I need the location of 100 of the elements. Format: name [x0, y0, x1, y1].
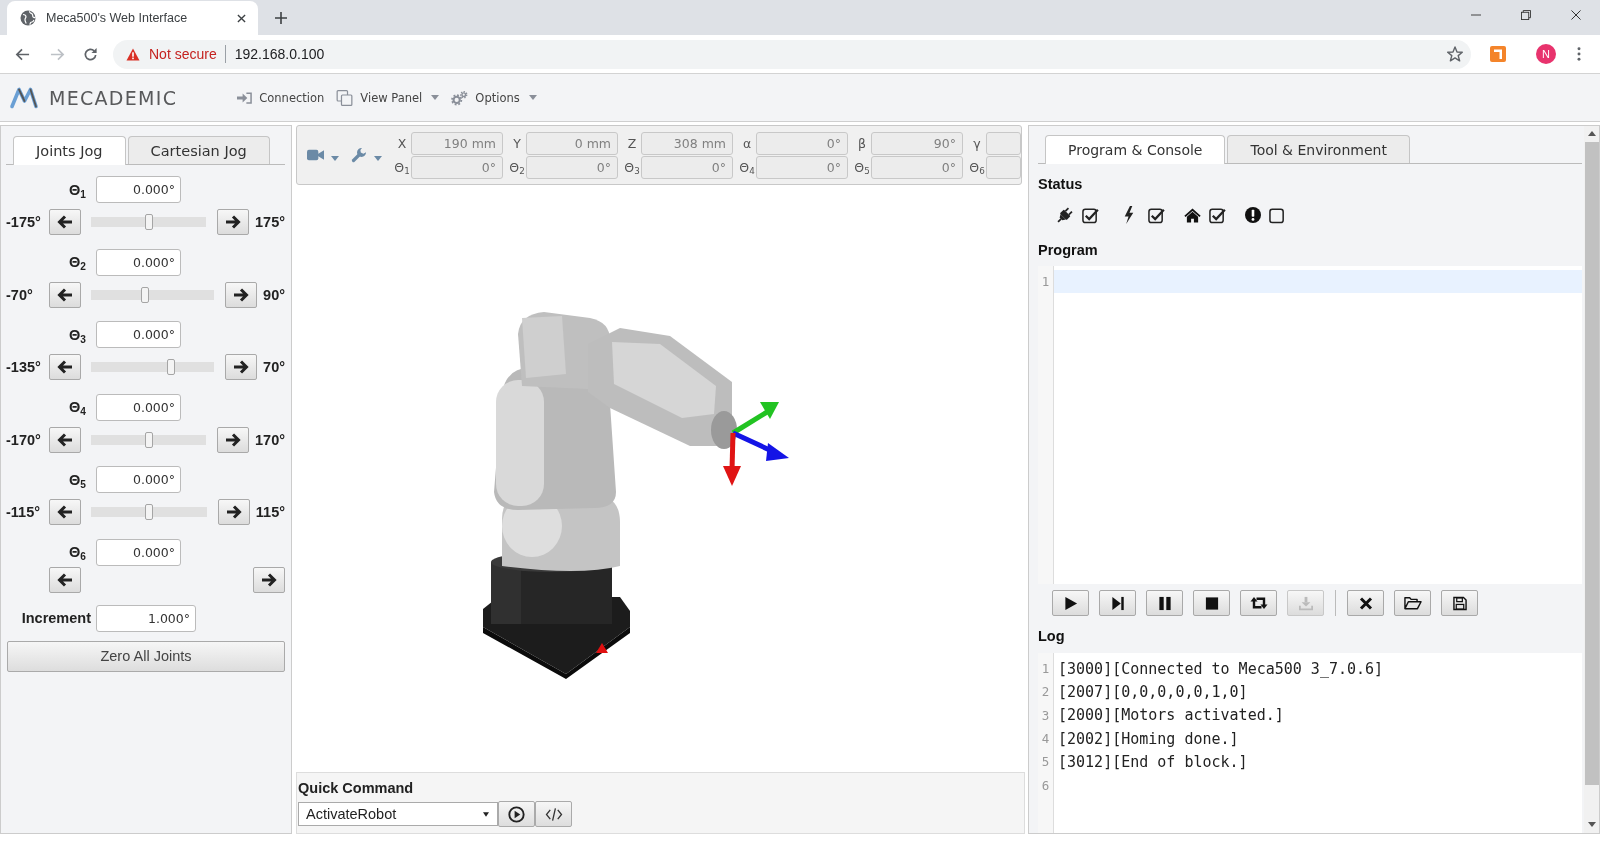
- field-label: Θ$_{3}$: [623, 159, 641, 175]
- joint-input[interactable]: 0.000°: [96, 466, 181, 493]
- field-label: X: [396, 135, 408, 151]
- slider-thumb[interactable]: [144, 431, 153, 448]
- caret-icon: [483, 811, 489, 817]
- caret-icon[interactable]: [374, 155, 382, 161]
- joint-input[interactable]: 0.000°: [96, 393, 181, 421]
- code-button[interactable]: [535, 801, 572, 827]
- increment-input[interactable]: 1.000°: [96, 604, 196, 632]
- increase-button[interactable]: [217, 426, 249, 453]
- run-button[interactable]: [498, 801, 535, 827]
- clear-button[interactable]: [1347, 590, 1384, 616]
- tab[interactable]: Joints Jog: [13, 136, 126, 165]
- video-camera-icon[interactable]: [307, 149, 324, 161]
- play-button[interactable]: [1052, 590, 1089, 616]
- menu-button[interactable]: Options: [451, 89, 537, 106]
- menu-button[interactable]: View Panel: [336, 89, 440, 106]
- coordinate-field[interactable]: 0°: [641, 155, 733, 179]
- joint-input[interactable]: 0.000°: [96, 248, 181, 276]
- coordinate-field[interactable]: [986, 155, 1021, 179]
- avatar-button[interactable]: N: [1536, 44, 1556, 64]
- pause-button[interactable]: [1146, 590, 1183, 616]
- restore-icon[interactable]: [1521, 10, 1531, 20]
- menu-button[interactable]: Connection: [237, 90, 325, 105]
- decrease-button[interactable]: [49, 209, 81, 235]
- address-bar[interactable]: Not secure 192.168.0.100: [113, 39, 1471, 69]
- download-icon: [1298, 595, 1313, 611]
- scroll-up-icon[interactable]: [1587, 131, 1596, 136]
- decrease-button[interactable]: [49, 566, 81, 593]
- slider-thumb[interactable]: [141, 286, 150, 303]
- step-button[interactable]: [1099, 590, 1136, 616]
- max-label: 70°: [263, 359, 285, 375]
- decrease-button[interactable]: [49, 499, 81, 525]
- slider-track[interactable]: [91, 289, 215, 300]
- slider-track[interactable]: [91, 217, 206, 227]
- increase-button[interactable]: [225, 354, 258, 380]
- coordinate-field[interactable]: [986, 131, 1021, 155]
- checkbox[interactable]: [1148, 206, 1165, 224]
- line-number: 4: [1040, 731, 1051, 747]
- code-icon: [544, 806, 563, 822]
- star-icon[interactable]: [1447, 46, 1463, 62]
- increment-label: Increment: [20, 610, 92, 626]
- caret-icon[interactable]: [331, 155, 339, 161]
- play-circle-icon: [508, 805, 525, 823]
- open-button[interactable]: [1394, 590, 1431, 616]
- increase-button[interactable]: [217, 209, 249, 235]
- decrease-button[interactable]: [49, 426, 81, 453]
- reload-icon[interactable]: [83, 46, 98, 62]
- slider-thumb[interactable]: [167, 359, 175, 375]
- browser-tab[interactable]: Meca500's Web Interface: [7, 1, 258, 35]
- exclamation-circle-icon: [1245, 207, 1261, 223]
- checkbox[interactable]: [1269, 206, 1286, 224]
- close-icon[interactable]: [1571, 10, 1581, 20]
- increase-button[interactable]: [253, 566, 285, 593]
- decrease-button[interactable]: [49, 281, 81, 308]
- window-icon: [336, 89, 354, 106]
- left-arrow-icon: [57, 505, 73, 519]
- line-number: 6: [1040, 777, 1051, 793]
- menu-icon[interactable]: [1577, 47, 1581, 61]
- increase-button[interactable]: [217, 499, 250, 525]
- slider-thumb[interactable]: [144, 504, 153, 520]
- wrench-icon[interactable]: [351, 147, 367, 163]
- log-line: [2002][Homing done.]: [1058, 729, 1239, 748]
- badge-icon[interactable]: [1490, 46, 1506, 62]
- slider-track[interactable]: [91, 434, 206, 445]
- slider-track[interactable]: [91, 507, 207, 517]
- coordinate-field[interactable]: 0°: [526, 155, 618, 179]
- increase-button[interactable]: [225, 281, 258, 308]
- coordinate-field[interactable]: 0°: [411, 155, 503, 179]
- section-label: Status: [1038, 176, 1084, 193]
- coordinate-field[interactable]: 0°: [871, 155, 963, 179]
- save-button[interactable]: [1441, 590, 1478, 616]
- close-icon[interactable]: [237, 13, 246, 23]
- slider-thumb[interactable]: [144, 214, 153, 230]
- right-arrow-icon: [261, 572, 277, 587]
- coordinate-field[interactable]: 0°: [756, 155, 848, 179]
- joint-input[interactable]: 0.000°: [96, 176, 181, 203]
- joint-input[interactable]: 0.000°: [96, 538, 181, 566]
- tab[interactable]: Cartesian Jog: [127, 136, 270, 164]
- globe-icon: [20, 10, 36, 26]
- checkbox[interactable]: [1209, 206, 1226, 224]
- plus-icon[interactable]: [275, 12, 287, 24]
- decrease-button[interactable]: [49, 354, 81, 380]
- tab[interactable]: Tool & Environment: [1227, 135, 1410, 163]
- command-select[interactable]: ActivateRobot: [298, 802, 498, 826]
- slider-track[interactable]: [91, 362, 215, 372]
- scroll-down-icon[interactable]: [1587, 822, 1596, 827]
- checkbox[interactable]: [1082, 206, 1099, 224]
- field-label: Θ$_{1}$: [393, 159, 411, 175]
- log-line: [3012][End of block.]: [1058, 752, 1248, 771]
- stop-button[interactable]: [1193, 590, 1230, 616]
- loop-button[interactable]: [1240, 590, 1277, 616]
- caret-icon: [431, 95, 440, 100]
- joint-input[interactable]: 0.000°: [96, 321, 181, 348]
- zero-all-joints-button[interactable]: Zero All Joints: [7, 640, 285, 672]
- back-arrow-icon[interactable]: [15, 46, 30, 62]
- joint-label: Θ$_{4}$: [68, 399, 87, 415]
- coordinate-field[interactable]: 0°: [756, 131, 848, 155]
- coordinate-field[interactable]: 90°: [871, 131, 963, 155]
- tab[interactable]: Program & Console: [1045, 135, 1226, 164]
